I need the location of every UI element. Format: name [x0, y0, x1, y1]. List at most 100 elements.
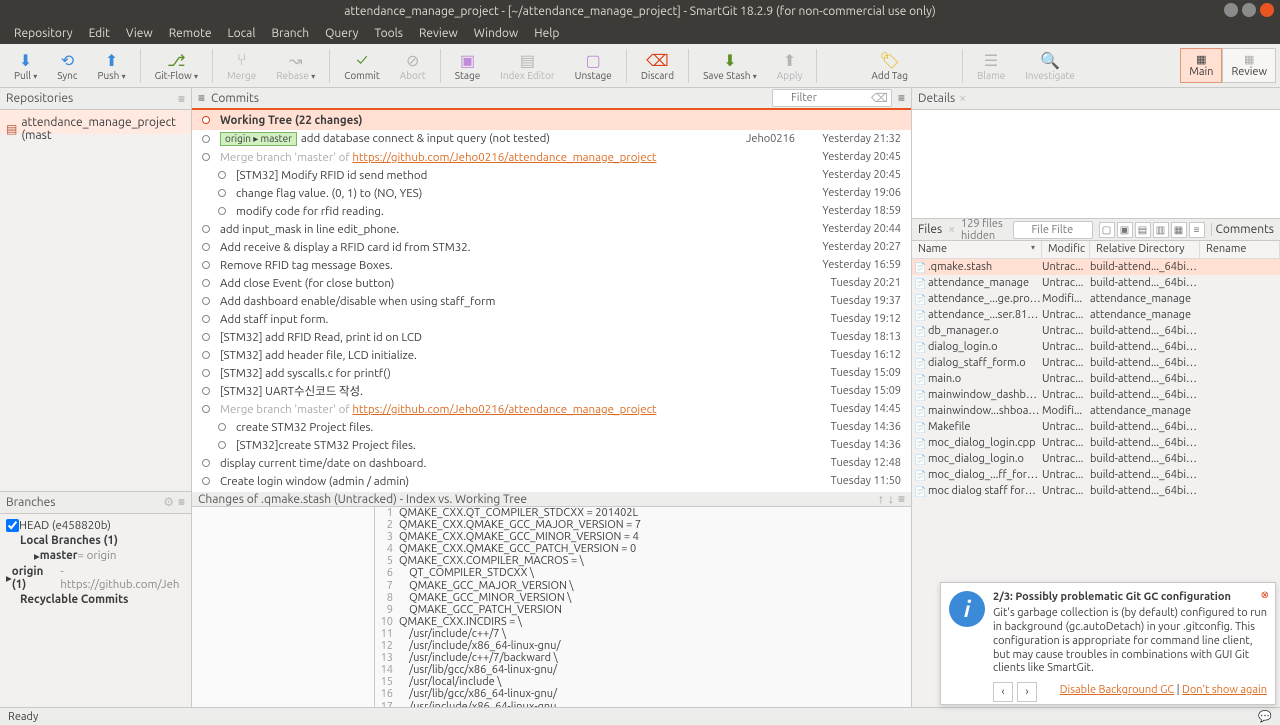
file-row[interactable]: 📄attendance_...ge.pro.userModifi...atten… [912, 291, 1280, 307]
file-row[interactable]: 📄main.oUntrac...build-attend..._64bit-De… [912, 371, 1280, 387]
commits-list[interactable]: Working Tree (22 changes)origin ▸ master… [192, 110, 911, 492]
menu-remote[interactable]: Remote [161, 27, 220, 40]
commit-row[interactable]: Merge branch 'master' of https://github.… [192, 400, 911, 418]
commit-row[interactable]: [STM32] add RFID Read, print id on LCDTu… [192, 328, 911, 346]
menu-window[interactable]: Window [466, 27, 526, 40]
file-view-btn-4[interactable]: ▥ [1153, 222, 1169, 238]
apply-button[interactable]: ⬆Apply [767, 48, 813, 83]
hamburger-icon[interactable]: ≡ [898, 91, 905, 105]
menu-review[interactable]: Review [411, 27, 466, 40]
menu-branch[interactable]: Branch [263, 27, 317, 40]
rebase-button[interactable]: ↝Rebase ▾ [266, 48, 325, 83]
stage-button[interactable]: ▣Stage [445, 48, 491, 83]
blame-button[interactable]: ☰Blame [967, 48, 1015, 83]
head-checkbox[interactable] [6, 519, 19, 532]
close-panel-icon[interactable]: × [959, 92, 966, 105]
investigate-button[interactable]: 🔍Investigate [1015, 48, 1085, 83]
hamburger-icon[interactable]: ≡ [178, 92, 185, 106]
menu-help[interactable]: Help [526, 27, 567, 40]
close-window-icon[interactable] [1260, 3, 1274, 17]
commit-row[interactable]: modify code for rfid reading.Yesterday 1… [192, 202, 911, 220]
file-row[interactable]: 📄mainwindow...shboard.uiModifi...attenda… [912, 403, 1280, 419]
merge-link[interactable]: https://github.com/Jeho0216/attendance_m… [352, 403, 656, 416]
discard-button[interactable]: ⌫Discard [631, 48, 684, 83]
commit-row[interactable]: display current time/date on dashboard.T… [192, 454, 911, 472]
minimize-icon[interactable] [1224, 3, 1238, 17]
add-tag-button[interactable]: 🏷Add Tag [821, 48, 958, 83]
close-icon[interactable]: ⊗ [1261, 589, 1269, 601]
file-filter-input[interactable] [1013, 221, 1093, 239]
commit-row[interactable]: change flag value. (0, 1) to (NO, YES)Ye… [192, 184, 911, 202]
merge-link[interactable]: https://github.com/Jeho0216/attendance_m… [352, 151, 656, 164]
menu-local[interactable]: Local [219, 27, 263, 40]
commit-row[interactable]: create project files.Tuesday 11:28 [192, 490, 911, 492]
file-row[interactable]: 📄moc_dialog_login.oUntrac...build-attend… [912, 451, 1280, 467]
clear-icon[interactable]: ⌫ [871, 91, 888, 105]
commit-row[interactable]: Add receive & display a RFID card id fro… [192, 238, 911, 256]
disable-gc-link[interactable]: Disable Background GC [1060, 684, 1174, 696]
gear-icon[interactable]: ⚙ [163, 495, 174, 509]
file-row[interactable]: 📄moc dialog staff form.oUntrac...build-a… [912, 483, 1280, 499]
head-row[interactable]: HEAD (e458820b) [6, 518, 185, 533]
next-notification-button[interactable]: › [1017, 682, 1037, 702]
prev-notification-button[interactable]: ‹ [993, 682, 1013, 702]
gitflow-button[interactable]: ⎇Git-Flow ▾ [145, 48, 208, 83]
hamburger-icon[interactable]: ≡ [898, 492, 905, 506]
menu-tools[interactable]: Tools [366, 27, 411, 40]
commit-row[interactable]: Working Tree (22 changes) [192, 110, 911, 130]
commit-button[interactable]: ✓Commit [334, 48, 390, 83]
file-row[interactable]: 📄MakefileUntrac...build-attend..._64bit-… [912, 419, 1280, 435]
recyclable-row[interactable]: Recyclable Commits [6, 592, 185, 607]
commit-row[interactable]: Merge branch 'master' of https://github.… [192, 148, 911, 166]
file-view-btn-6[interactable]: ≡ [1189, 222, 1205, 238]
file-row[interactable]: 📄attendance_...ser.815009aUntrac...atten… [912, 307, 1280, 323]
file-view-btn-1[interactable]: ▢ [1099, 222, 1115, 238]
file-row[interactable]: 📄moc_dialog_login.cppUntrac...build-atte… [912, 435, 1280, 451]
origin-row[interactable]: ▸ origin (1) - https://github.com/Jeh [6, 564, 185, 592]
commit-row[interactable]: [STM32] UART수신코드 작성.Tuesday 15:09 [192, 382, 911, 400]
file-row[interactable]: 📄moc_dialog_...ff_form.cppUntrac...build… [912, 467, 1280, 483]
files-list[interactable]: 📄.qmake.stashUntrac...build-attend..._64… [912, 259, 1280, 499]
index-editor-button[interactable]: ▤Index Editor [490, 48, 564, 83]
sort-icon[interactable]: ▾ [1031, 243, 1035, 252]
file-row[interactable]: 📄mainwindow_dashboard.oUntrac...build-at… [912, 387, 1280, 403]
local-branches-row[interactable]: Local Branches (1) [6, 533, 185, 548]
commit-row[interactable]: [STM32] Modify RFID id send methodYester… [192, 166, 911, 184]
sync-button[interactable]: ⟲Sync [47, 48, 87, 83]
commit-row[interactable]: create STM32 Project files.Tuesday 14:36 [192, 418, 911, 436]
commit-row[interactable]: [STM32] add header file, LCD initialize.… [192, 346, 911, 364]
pull-button[interactable]: ⬇Pull ▾ [4, 48, 47, 83]
file-row[interactable]: 📄db_manager.oUntrac...build-attend..._64… [912, 323, 1280, 339]
close-panel-icon[interactable]: × [948, 223, 955, 236]
file-row[interactable]: 📄attendance_manageUntrac...build-attend.… [912, 275, 1280, 291]
branch-master[interactable]: ▸ master = origin [6, 548, 185, 564]
review-view-button[interactable]: ▦Review [1222, 48, 1276, 83]
commit-row[interactable]: add input_mask in line edit_phone.Yester… [192, 220, 911, 238]
commit-row[interactable]: Add close Event (for close button)Tuesda… [192, 274, 911, 292]
up-arrow-icon[interactable]: ↑ [878, 492, 884, 506]
file-row[interactable]: 📄dialog_staff_form.oUntrac...build-atten… [912, 355, 1280, 371]
commit-row[interactable]: origin ▸ masteradd database connect & in… [192, 130, 911, 148]
commit-row[interactable]: [STM32]create STM32 Project files.Tuesda… [192, 436, 911, 454]
main-view-button[interactable]: ▦Main [1180, 48, 1222, 83]
push-button[interactable]: ⬆Push ▾ [88, 48, 136, 83]
file-row[interactable]: 📄.qmake.stashUntrac...build-attend..._64… [912, 259, 1280, 275]
save-stash-button[interactable]: ⬇Save Stash ▾ [693, 48, 767, 83]
commit-row[interactable]: Remove RFID tag message Boxes.Yesterday … [192, 256, 911, 274]
menu-view[interactable]: View [118, 27, 161, 40]
maximize-icon[interactable] [1242, 3, 1256, 17]
merge-button[interactable]: ⑂Merge [217, 48, 266, 83]
file-row[interactable]: 📄dialog_login.oUntrac...build-attend..._… [912, 339, 1280, 355]
file-view-btn-3[interactable]: ▤ [1135, 222, 1151, 238]
menu-edit[interactable]: Edit [81, 27, 118, 40]
menu-repository[interactable]: Repository [6, 27, 81, 40]
comments-tab[interactable]: Comments [1211, 223, 1274, 236]
chat-icon[interactable]: 💬 [1258, 710, 1272, 723]
diff-right-pane[interactable]: 1QMAKE_CXX.QT_COMPILER_STDCXX = 201402L2… [375, 507, 911, 713]
unstage-button[interactable]: ▢Unstage [565, 48, 622, 83]
hamburger-icon[interactable]: ≡ [198, 91, 205, 105]
commit-row[interactable]: Add dashboard enable/disable when using … [192, 292, 911, 310]
commit-row[interactable]: Create login window (admin / admin)Tuesd… [192, 472, 911, 490]
hamburger-icon[interactable]: ≡ [178, 495, 185, 509]
dont-show-link[interactable]: Don't show again [1182, 684, 1267, 696]
